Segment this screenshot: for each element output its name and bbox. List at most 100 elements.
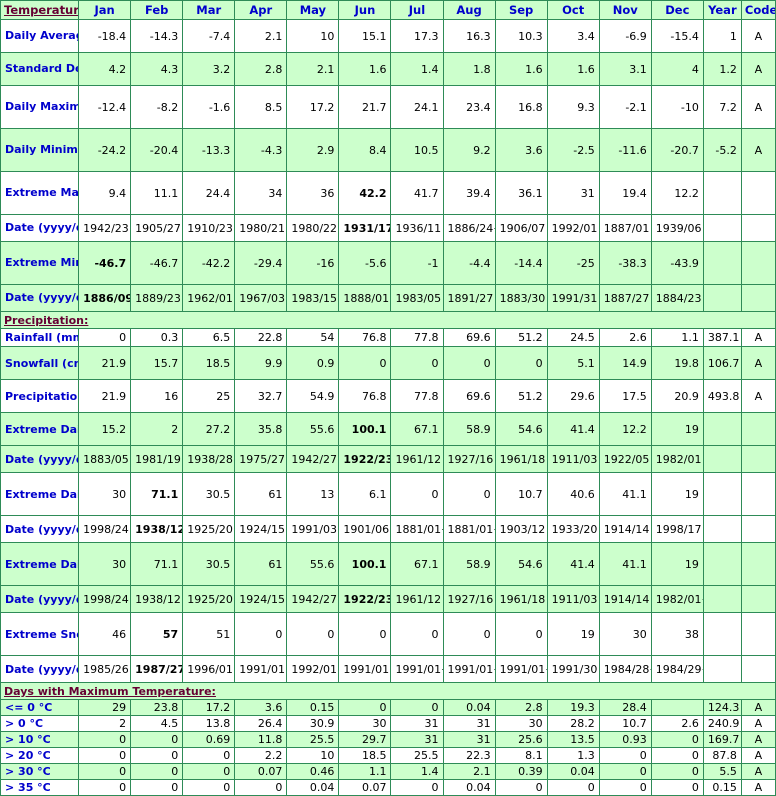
cell-extreme-daily-precipitation-date-feb: 1938/12: [130, 585, 184, 614]
cell-extreme-maximum-jun: 42.2: [338, 171, 392, 215]
section-days-max-temp-label: Days with Maximum Temperature:: [0, 682, 776, 701]
cell-extreme-maximum-oct: 31: [546, 171, 600, 215]
cell-snowfall-jan: 21.9: [78, 346, 132, 381]
cell-extreme-daily-precipitation-date-may: 1942/27: [286, 585, 340, 614]
cell-days-gt-20-jul: 25.5: [390, 747, 444, 765]
cell-extreme-daily-precipitation-date-jan: 1998/24: [78, 585, 132, 614]
cell-extreme-snow-depth-date-dec: 1984/29+: [650, 655, 704, 684]
cell-days-gt-0-jun: 30: [338, 715, 392, 733]
cell-extreme-daily-precipitation-date-code: [740, 585, 776, 614]
cell-extreme-minimum-date-feb: 1889/23: [130, 284, 184, 312]
cell-days-gt-35-code: A: [740, 779, 776, 796]
cell-daily-minimum-jan: -24.2: [78, 128, 132, 172]
cell-extreme-daily-precipitation-date-jul: 1961/12: [390, 585, 444, 614]
table-row-days-gt-0: > 0 °C 2 4.5 13.8 26.4 30.9 30 31 31 30 28.2 10.7 2.…: [0, 715, 776, 733]
cell-standard-deviation-aug: 1.8: [442, 52, 496, 86]
cell-extreme-minimum-feb: -46.7: [130, 241, 184, 285]
cell-extreme-daily-rainfall-date-dec: 1982/01: [650, 445, 704, 474]
section-precipitation-label: Precipitation:: [0, 311, 776, 329]
table-header-row: Temperature:JanFebMarAprMayJunJulAugSepO…: [0, 0, 776, 20]
cell-extreme-daily-precipitation-date-sep: 1961/18: [494, 585, 548, 614]
cell-days-gt-0-code: A: [740, 715, 776, 733]
cell-rainfall-feb: 0.3: [130, 327, 184, 348]
cell-days-gt-30-dec: 0: [650, 763, 704, 781]
cell-extreme-minimum-date-jan: 1886/09+: [78, 284, 132, 312]
cell-extreme-minimum-mar: -42.2: [182, 241, 236, 285]
cell-days-gt-35-sep: 0: [494, 779, 548, 796]
cell-extreme-daily-rainfall-date-mar: 1938/28: [182, 445, 236, 474]
cell-extreme-snow-depth-feb: 57: [130, 612, 184, 657]
cell-extreme-snow-depth-aug: 0: [442, 612, 496, 657]
cell-daily-average-aug: 16.3: [442, 19, 496, 53]
cell-standard-deviation-year: 1.2: [702, 52, 742, 86]
cell-extreme-maximum-dec: 12.2: [650, 171, 704, 215]
cell-standard-deviation-jul: 1.4: [390, 52, 444, 86]
cell-days-gt-0-jan: 2: [78, 715, 132, 733]
cell-extreme-daily-rainfall-date-feb: 1981/19+: [130, 445, 184, 474]
cell-daily-maximum-aug: 23.4: [442, 85, 496, 129]
cell-days-gt-10-jan: 0: [78, 731, 132, 749]
row-label-daily-maximum: Daily Maximum (°C): [0, 85, 80, 129]
cell-extreme-maximum-nov: 19.4: [598, 171, 652, 215]
cell-days-gt-35-oct: 0: [546, 779, 600, 796]
cell-standard-deviation-jun: 1.6: [338, 52, 392, 86]
cell-extreme-daily-snowfall-date-may: 1991/03: [286, 515, 340, 544]
cell-extreme-maximum-year: [702, 171, 742, 215]
cell-standard-deviation-may: 2.1: [286, 52, 340, 86]
cell-days-gt-20-oct: 1.3: [546, 747, 600, 765]
table-row-extreme-maximum-date: Date (yyyy/dd)1942/231905/271910/231980/…: [0, 214, 776, 242]
table-row-snowfall: Snowfall (cm)21.915.718.59.90.900005.114…: [0, 346, 776, 381]
cell-days-gt-10-oct: 13.5: [546, 731, 600, 749]
cell-days-gt-35-year: 0.15: [702, 779, 742, 796]
cell-days-gt-30-aug: 2.1: [442, 763, 496, 781]
cell-days-le-0-jan: 29: [78, 699, 132, 717]
cell-days-gt-20-nov: 0: [598, 747, 652, 765]
cell-extreme-snow-depth-jan: 46: [78, 612, 132, 657]
cell-days-le-0-nov: 28.4: [598, 699, 652, 717]
cell-daily-minimum-aug: 9.2: [442, 128, 496, 172]
cell-days-gt-35-jun: 0.07: [338, 779, 392, 796]
cell-daily-average-oct: 3.4: [546, 19, 600, 53]
cell-days-gt-10-apr: 11.8: [234, 731, 288, 749]
table-row-daily-maximum: Daily Maximum (°C)-12.4-8.2-1.68.517.221…: [0, 85, 776, 129]
cell-snowfall-feb: 15.7: [130, 346, 184, 381]
cell-days-gt-20-feb: 0: [130, 747, 184, 765]
cell-days-le-0-may: 0.15: [286, 699, 340, 717]
cell-extreme-minimum-jul: -1: [390, 241, 444, 285]
cell-days-gt-0-may: 30.9: [286, 715, 340, 733]
cell-days-le-0-jul: 0: [390, 699, 444, 717]
cell-days-gt-30-jul: 1.4: [390, 763, 444, 781]
cell-days-gt-20-aug: 22.3: [442, 747, 496, 765]
table-row-extreme-daily-precipitation-date: Date (yyyy/dd)1998/241938/121925/201924/…: [0, 585, 776, 614]
cell-extreme-daily-snowfall-date-jun: 1901/06: [338, 515, 392, 544]
cell-extreme-snow-depth-date-apr: 1991/01+: [234, 655, 288, 684]
cell-days-le-0-oct: 19.3: [546, 699, 600, 717]
cell-extreme-snow-depth-date-code: [740, 655, 776, 684]
cell-extreme-daily-precipitation-may: 55.6: [286, 542, 340, 587]
column-header-code: Code: [740, 0, 776, 20]
cell-daily-average-mar: -7.4: [182, 19, 236, 53]
cell-daily-average-dec: -15.4: [650, 19, 704, 53]
cell-extreme-minimum-date-code: [740, 284, 776, 312]
cell-extreme-daily-rainfall-code: [740, 412, 776, 447]
cell-daily-maximum-jan: -12.4: [78, 85, 132, 129]
column-header-sep: Sep: [494, 0, 548, 20]
cell-extreme-daily-snowfall-may: 13: [286, 472, 340, 517]
cell-extreme-daily-precipitation-date-year: [702, 585, 742, 614]
cell-days-gt-35-mar: 0: [182, 779, 236, 796]
table-row-days-gt-20: > 20 °C 0 0 0 2.2 10 18.5 25.5 22.3 8.1 1.3 0 0 87.8 A: [0, 747, 776, 765]
cell-extreme-minimum-date-apr: 1967/03: [234, 284, 288, 312]
cell-extreme-daily-rainfall-date-nov: 1922/05: [598, 445, 652, 474]
row-label-daily-minimum: Daily Minimum (°C): [0, 128, 80, 172]
cell-extreme-minimum-aug: -4.4: [442, 241, 496, 285]
table-row-extreme-daily-snowfall: Extreme Daily Snowfall (cm)3071.130.5611…: [0, 472, 776, 517]
cell-extreme-daily-rainfall-apr: 35.8: [234, 412, 288, 447]
cell-extreme-minimum-date-sep: 1883/30: [494, 284, 548, 312]
cell-extreme-snow-depth-date-oct: 1991/30: [546, 655, 600, 684]
cell-extreme-daily-precipitation-code: [740, 542, 776, 587]
cell-extreme-daily-rainfall-jul: 67.1: [390, 412, 444, 447]
cell-standard-deviation-jan: 4.2: [78, 52, 132, 86]
cell-days-gt-10-aug: 31: [442, 731, 496, 749]
cell-standard-deviation-code: A: [740, 52, 776, 86]
cell-extreme-daily-snowfall-date-jan: 1998/24: [78, 515, 132, 544]
